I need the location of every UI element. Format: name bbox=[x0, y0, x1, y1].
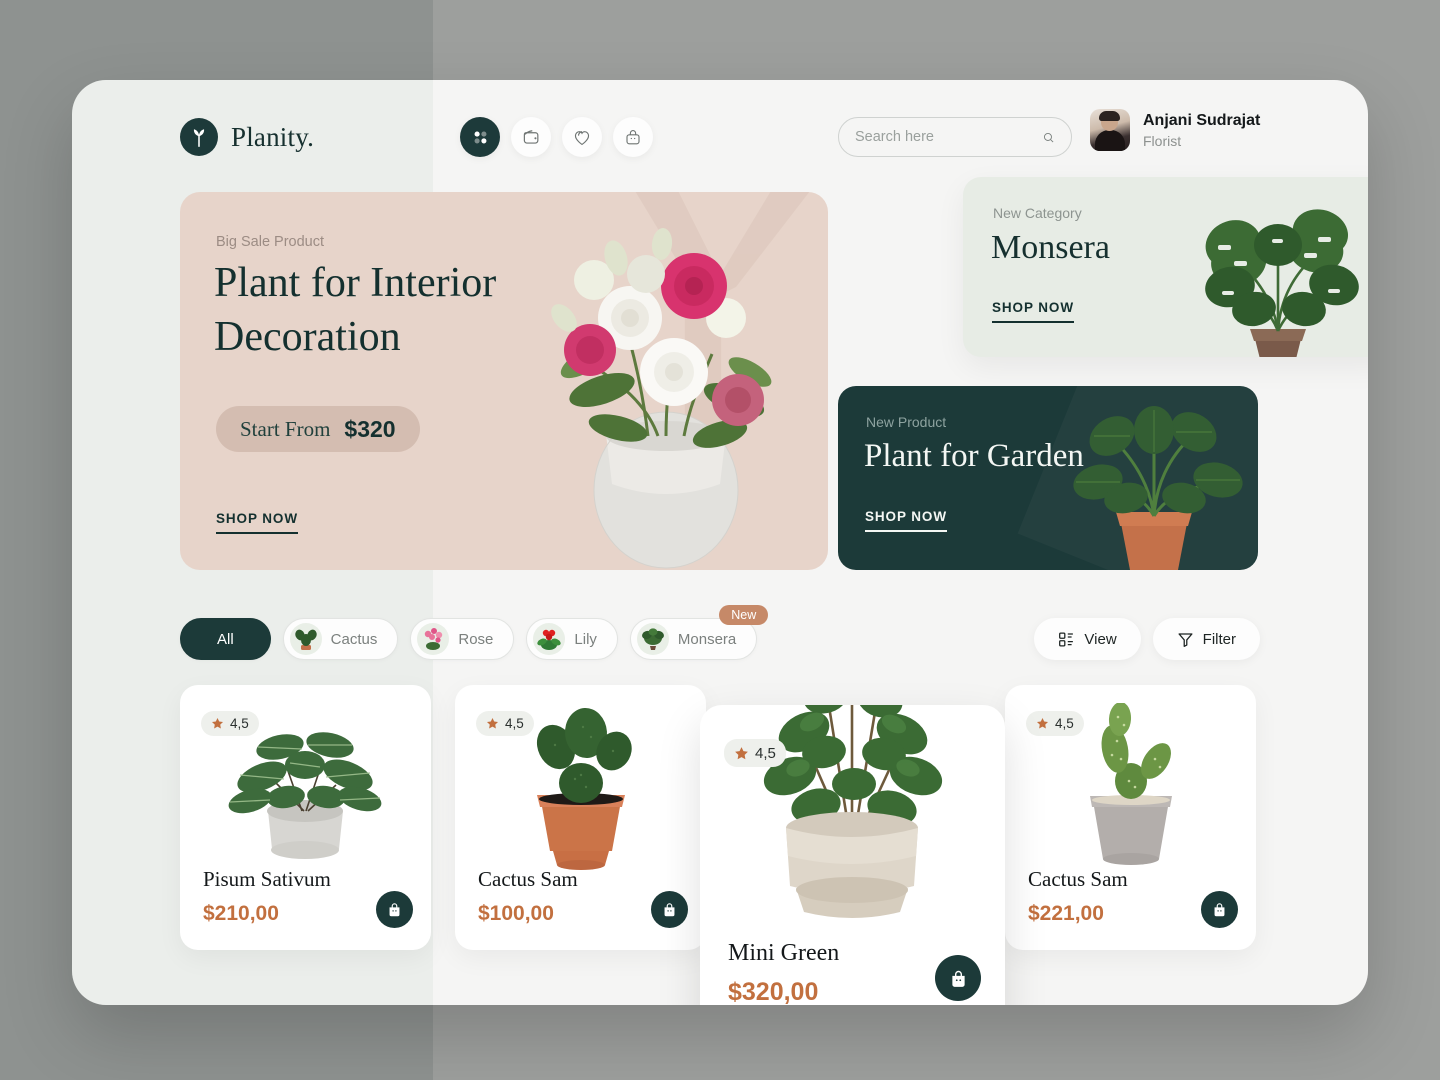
add-to-cart-button[interactable] bbox=[935, 955, 981, 1001]
add-to-cart-button[interactable] bbox=[376, 891, 413, 928]
add-to-cart-button[interactable] bbox=[651, 891, 688, 928]
star-icon bbox=[486, 717, 499, 729]
monsera-plant-image bbox=[1205, 209, 1359, 357]
product-card[interactable]: 4,5 Pisum Sativum $210,00 bbox=[180, 685, 431, 950]
bag-icon bbox=[389, 903, 400, 917]
app-panel: Planity. Search here Anjani Sudrajat Flo… bbox=[72, 80, 1368, 1005]
hero-shop-now[interactable]: SHOP NOW bbox=[216, 510, 298, 534]
chip-label: Rose bbox=[458, 630, 494, 648]
chip-label: All bbox=[217, 630, 234, 648]
category-card-monsera[interactable]: New Category Monsera SHOP NOW bbox=[963, 177, 1368, 357]
garden-card-title: Plant for Garden bbox=[864, 438, 1084, 474]
user-profile[interactable]: Anjani Sudrajat Florist bbox=[1090, 109, 1260, 151]
app-header: Planity. Search here Anjani Sudrajat Flo… bbox=[72, 80, 1368, 188]
product-price: $210,00 bbox=[203, 902, 279, 925]
nav-grid-dashboard[interactable] bbox=[460, 117, 500, 157]
chip-rose[interactable]: Rose bbox=[410, 618, 515, 660]
product-card-featured[interactable]: 4,5 Mini Green $320,00 bbox=[700, 705, 1005, 1005]
view-label: View bbox=[1084, 630, 1117, 648]
chip-all[interactable]: All bbox=[180, 618, 271, 660]
product-name: Cactus Sam bbox=[478, 867, 578, 891]
garden-card-shop-now[interactable]: SHOP NOW bbox=[865, 508, 947, 532]
bag-icon bbox=[1214, 903, 1225, 917]
category-card-shop-now[interactable]: SHOP NOW bbox=[992, 299, 1074, 323]
category-card-title: Monsera bbox=[991, 229, 1110, 266]
bouquet-image bbox=[551, 228, 772, 569]
brand-logo[interactable]: Planity. bbox=[180, 118, 314, 156]
chip-cactus[interactable]: Cactus bbox=[282, 618, 399, 660]
chip-monsera[interactable]: Monsera New bbox=[629, 605, 769, 660]
garden-card-eyebrow: New Product bbox=[866, 414, 947, 430]
product-price: $320,00 bbox=[728, 978, 819, 1005]
chip-label: Monsera bbox=[677, 630, 737, 648]
star-icon bbox=[735, 746, 748, 759]
bag-icon bbox=[626, 130, 640, 145]
search-bar[interactable] bbox=[838, 117, 1072, 157]
hero-start-from-label: Start From bbox=[240, 416, 331, 441]
product-card-garden[interactable]: New Product Plant for Garden SHOP NOW bbox=[838, 386, 1258, 570]
nav-cart[interactable] bbox=[613, 117, 653, 157]
chip-label: Lily bbox=[574, 630, 597, 648]
cactus-thumb-icon bbox=[289, 623, 322, 655]
add-to-cart-button[interactable] bbox=[1201, 891, 1238, 928]
product-price: $100,00 bbox=[478, 902, 554, 925]
bag-icon bbox=[664, 903, 675, 917]
avatar bbox=[1090, 109, 1130, 151]
category-card-eyebrow: New Category bbox=[993, 205, 1082, 221]
nav-wallet[interactable] bbox=[511, 117, 551, 157]
heart-icon bbox=[574, 130, 590, 145]
product-card[interactable]: 4,5 Cactus Sam $221,00 bbox=[1005, 685, 1256, 950]
primary-nav bbox=[460, 117, 653, 157]
hero-eyebrow: Big Sale Product bbox=[216, 234, 325, 250]
star-icon bbox=[1036, 717, 1049, 729]
profile-name: Anjani Sudrajat bbox=[1143, 112, 1261, 129]
lily-thumb-icon bbox=[533, 623, 566, 655]
hero-banner[interactable]: Big Sale Product Plant for Interior Deco… bbox=[180, 192, 828, 570]
chip-lily[interactable]: Lily bbox=[526, 618, 618, 660]
wallet-icon bbox=[523, 129, 538, 144]
chip-label: Cactus bbox=[330, 630, 378, 648]
filter-label: Filter bbox=[1202, 630, 1236, 648]
brand-name: Planity. bbox=[231, 121, 315, 152]
view-filter-controls: View Filter bbox=[1034, 618, 1260, 660]
bag-icon bbox=[951, 970, 965, 987]
star-icon bbox=[211, 717, 224, 729]
grid-dashboard-icon bbox=[474, 131, 486, 143]
grid-view-icon bbox=[1059, 631, 1074, 647]
garden-plant-image bbox=[1073, 406, 1243, 570]
product-name: Cactus Sam bbox=[1028, 867, 1128, 891]
rating-badge: 4,5 bbox=[201, 711, 259, 736]
rating-badge: 4,5 bbox=[724, 739, 786, 767]
product-name: Pisum Sativum bbox=[203, 867, 331, 891]
sprout-logo-icon bbox=[180, 118, 218, 156]
search-icon[interactable] bbox=[1042, 129, 1055, 146]
monsera-thumb-icon bbox=[636, 623, 669, 655]
funnel-filter-icon bbox=[1178, 632, 1193, 647]
rating-badge: 4,5 bbox=[476, 711, 534, 736]
product-card[interactable]: 4,5 Cactus Sam $100,00 bbox=[455, 685, 706, 950]
product-name: Mini Green bbox=[728, 940, 840, 966]
profile-role: Florist bbox=[1143, 133, 1182, 149]
rating-badge: 4,5 bbox=[1026, 711, 1084, 736]
nav-favorites[interactable] bbox=[562, 117, 602, 157]
hero-price-pill: Start From $320 bbox=[216, 406, 420, 452]
view-button[interactable]: View bbox=[1034, 618, 1141, 660]
category-chips: All Cactus Rose Lily Monsera New bbox=[180, 605, 769, 660]
product-price: $221,00 bbox=[1028, 902, 1104, 925]
rose-thumb-icon bbox=[417, 623, 450, 655]
chip-new-badge: New bbox=[719, 605, 769, 625]
mini-green-plant-image bbox=[763, 705, 943, 918]
search-input[interactable] bbox=[855, 129, 1042, 145]
hero-price: $320 bbox=[344, 415, 396, 442]
filter-button[interactable]: Filter bbox=[1152, 618, 1260, 660]
